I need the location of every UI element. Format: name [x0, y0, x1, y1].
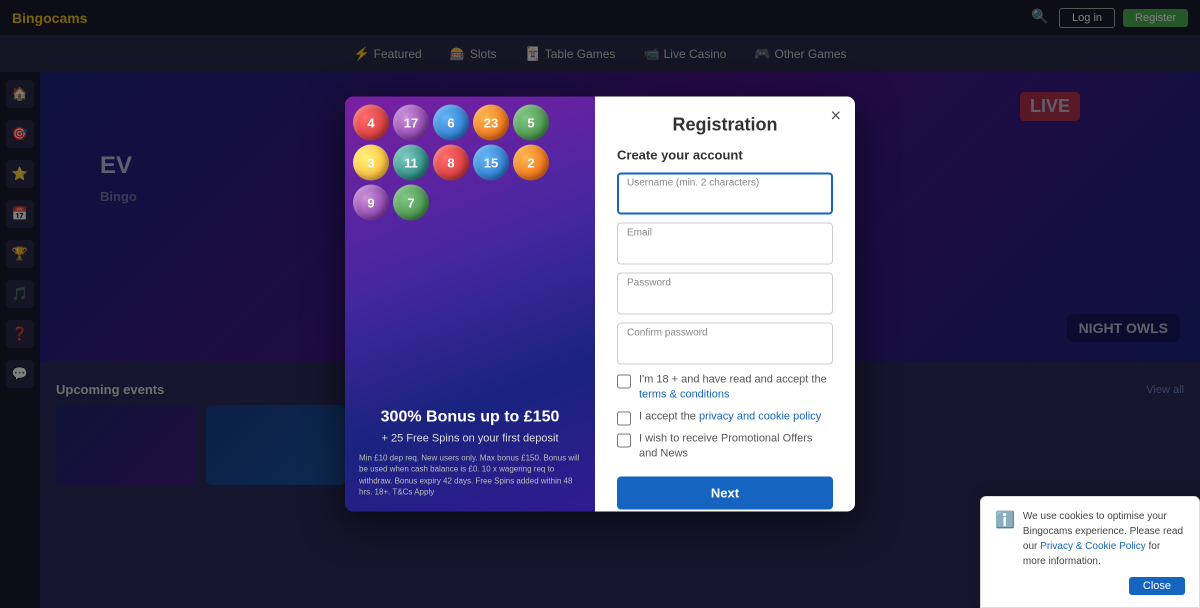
- registration-modal: 4 17 6 23 5 3 11 8 15 2 9 7 300% Bonus u…: [345, 97, 855, 512]
- username-field-group: Username (min. 2 characters): [617, 173, 833, 215]
- ball-3: 3: [353, 145, 389, 181]
- ball-6: 6: [433, 105, 469, 141]
- ball-4: 4: [353, 105, 389, 141]
- cookie-banner: ℹ️ We use cookies to optimise your Bingo…: [980, 496, 1200, 608]
- terms-label: I'm 18 + and have read and accept the te…: [639, 373, 833, 404]
- confirm-password-label: Confirm password: [627, 328, 708, 339]
- username-label: Username (min. 2 characters): [627, 178, 759, 189]
- form-section-title: Create your account: [617, 148, 833, 163]
- checkbox-terms-group: I'm 18 + and have read and accept the te…: [617, 373, 833, 404]
- modal-form-panel: × Registration Create your account Usern…: [595, 97, 855, 512]
- promo-fine-print: Min £10 dep req. New users only. Max bon…: [359, 453, 581, 498]
- cookie-content: ℹ️ We use cookies to optimise your Bingo…: [995, 509, 1185, 569]
- cookie-policy-link[interactable]: Privacy & Cookie Policy: [1040, 541, 1146, 552]
- cookie-text: We use cookies to optimise your Bingocam…: [1023, 509, 1185, 569]
- privacy-label: I accept the privacy and cookie policy: [639, 409, 821, 424]
- ball-23: 23: [473, 105, 509, 141]
- info-icon: ℹ️: [995, 510, 1015, 530]
- ball-15: 15: [473, 145, 509, 181]
- privacy-link[interactable]: privacy and cookie policy: [699, 410, 821, 422]
- ball-11: 11: [393, 145, 429, 181]
- checkbox-promo-group: I wish to receive Promotional Offers and…: [617, 431, 833, 462]
- ball-8: 8: [433, 145, 469, 181]
- ball-7: 7: [393, 185, 429, 221]
- email-label: Email: [627, 228, 652, 239]
- terms-checkbox[interactable]: [617, 375, 631, 389]
- password-label: Password: [627, 278, 671, 289]
- ball-2: 2: [513, 145, 549, 181]
- modal-title: Registration: [617, 115, 833, 136]
- ball-5: 5: [513, 105, 549, 141]
- ball-17: 17: [393, 105, 429, 141]
- already-account-section: Already have an account? Log in here: [617, 509, 833, 511]
- checkbox-privacy-group: I accept the privacy and cookie policy: [617, 409, 833, 425]
- background-page: Bingocams 🔍 Log in Register ⚡ Featured 🎰…: [0, 0, 1200, 608]
- password-field-group: Password: [617, 273, 833, 315]
- confirm-password-field-group: Confirm password: [617, 323, 833, 365]
- promo-main-text: 300% Bonus up to £150: [359, 408, 581, 429]
- modal-close-button[interactable]: ×: [830, 107, 841, 125]
- email-field-group: Email: [617, 223, 833, 265]
- modal-promo-panel: 4 17 6 23 5 3 11 8 15 2 9 7 300% Bonus u…: [345, 97, 595, 512]
- privacy-checkbox[interactable]: [617, 411, 631, 425]
- promo-balls: 4 17 6 23 5 3 11 8 15 2 9 7: [345, 97, 595, 512]
- promo-sub-text: + 25 Free Spins on your first deposit: [359, 433, 581, 445]
- promo-checkbox[interactable]: [617, 433, 631, 447]
- next-button[interactable]: Next: [617, 476, 833, 509]
- promo-offers-label: I wish to receive Promotional Offers and…: [639, 431, 833, 462]
- cookie-close-button[interactable]: Close: [1129, 577, 1185, 595]
- ball-9: 9: [353, 185, 389, 221]
- terms-link[interactable]: terms & conditions: [639, 389, 729, 401]
